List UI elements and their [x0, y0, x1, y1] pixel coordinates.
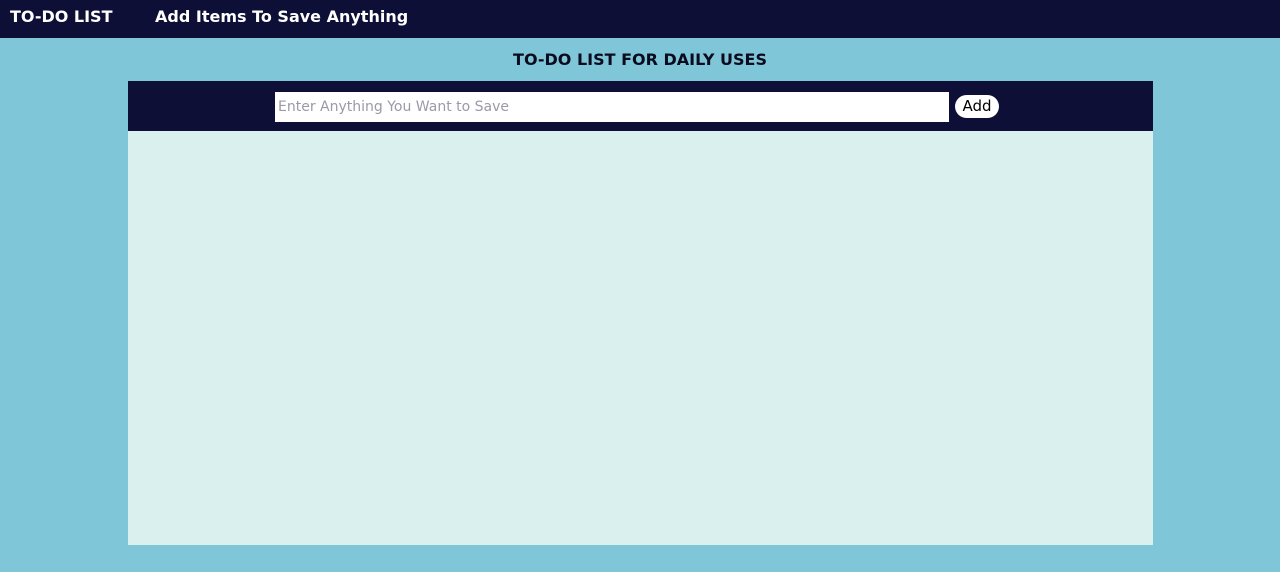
input-bar: Add	[128, 81, 1153, 131]
navbar: TO-DO LIST Add Items To Save Anything	[0, 0, 1280, 38]
nav-brand[interactable]: TO-DO LIST	[10, 8, 113, 26]
nav-tagline: Add Items To Save Anything	[155, 7, 409, 26]
add-button[interactable]: Add	[955, 95, 999, 118]
todo-list	[128, 131, 1153, 545]
page-title: TO-DO LIST FOR DAILY USES	[513, 50, 767, 69]
todo-input[interactable]	[275, 92, 949, 122]
